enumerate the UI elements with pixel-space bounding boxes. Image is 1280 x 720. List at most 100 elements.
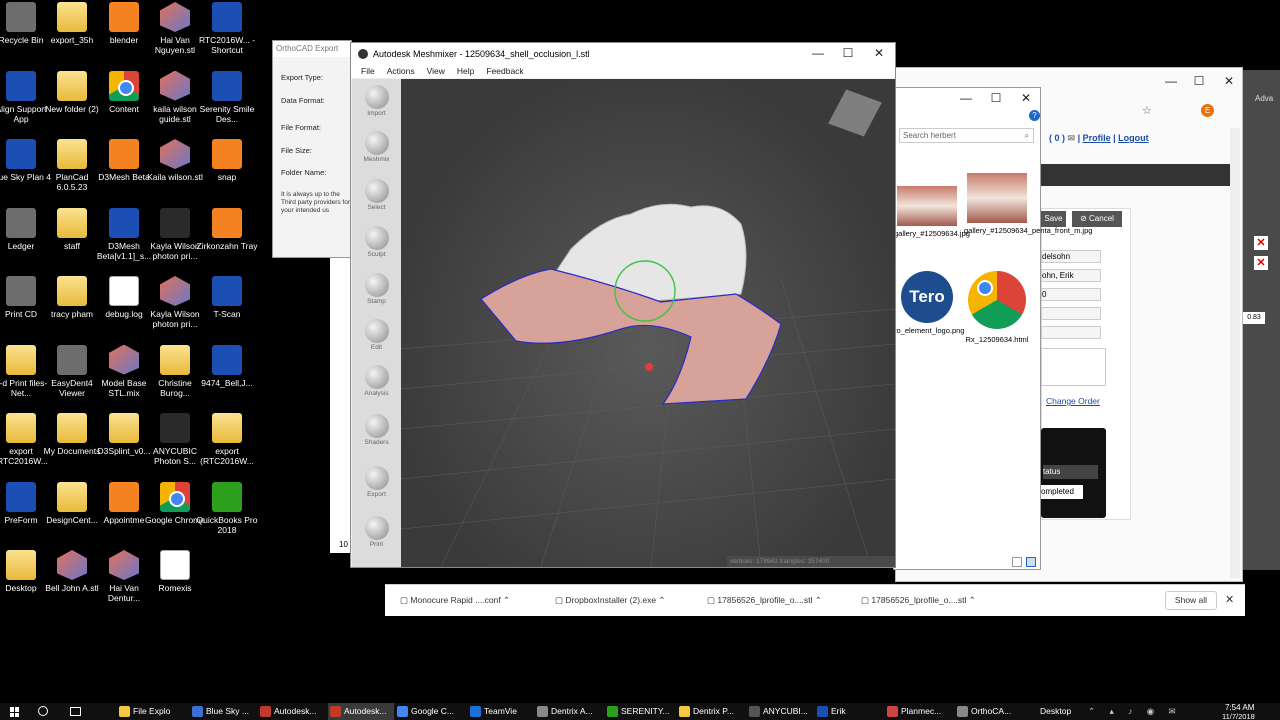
- file-item[interactable]: Tero ro_element_logo.png: [894, 271, 964, 335]
- zoom-value[interactable]: 0.83: [1243, 312, 1265, 324]
- folder-icon: [57, 413, 87, 443]
- taskbar-item[interactable]: Blue Sky ...: [190, 703, 256, 720]
- taskbar-item[interactable]: Google C...: [395, 703, 461, 720]
- orange-icon: [212, 207, 242, 238]
- meshmixer-minimize-button[interactable]: —: [803, 43, 833, 65]
- browser-minimize-button[interactable]: —: [1156, 71, 1186, 93]
- desktop-icon[interactable]: Romexis: [144, 548, 206, 593]
- profile-avatar[interactable]: E: [1201, 104, 1214, 117]
- desktop-icon[interactable]: T-Scan: [196, 274, 258, 319]
- task-view-icon[interactable]: [70, 707, 81, 716]
- download-item[interactable]: ▢ Monocure Rapid ....conf ⌃: [400, 595, 510, 606]
- desktop-icon[interactable]: Zirkonzahn Tray: [196, 206, 258, 251]
- explorer-maximize-button[interactable]: ☐: [981, 88, 1011, 110]
- taskbar-item[interactable]: Autodesk...: [328, 703, 394, 720]
- taskbar-item[interactable]: Erik: [815, 703, 881, 720]
- tool-export[interactable]: Export: [352, 466, 401, 510]
- save-button[interactable]: Save: [1041, 211, 1066, 227]
- form-field[interactable]: ohn, Erik: [1041, 269, 1101, 282]
- tool-sculpt[interactable]: Sculpt: [352, 226, 401, 267]
- taskbar-item[interactable]: File Explo: [117, 703, 183, 720]
- explorer-window[interactable]: — ☐ ✕ ? Search herbert ⌕ gallery_#125096…: [893, 87, 1092, 570]
- download-item[interactable]: ▢ 17856526_lprofile_o....stl ⌃: [707, 595, 822, 606]
- tool-print[interactable]: Print: [352, 516, 401, 557]
- explorer-close-button[interactable]: ✕: [1011, 88, 1041, 110]
- desktop-icon[interactable]: QuickBooks Pro 2018: [196, 480, 258, 535]
- taskbar-item[interactable]: ANYCUBI...: [747, 703, 813, 720]
- desktop-icon[interactable]: export (RTC2016W...: [196, 411, 258, 466]
- orange-icon: [109, 481, 139, 512]
- notes-textarea[interactable]: [1041, 348, 1106, 386]
- taskbar-item[interactable]: Planmec...: [885, 703, 951, 720]
- chevron-up-icon[interactable]: ⌃: [656, 595, 665, 605]
- tool-import[interactable]: Import: [352, 85, 401, 125]
- form-field[interactable]: delsohn: [1041, 250, 1101, 263]
- chevron-up-icon[interactable]: ⌃: [812, 595, 822, 605]
- tray-icons[interactable]: ⌃ ▴ ♪ ◉ ✉: [1088, 703, 1182, 720]
- tool-edit[interactable]: Edit: [352, 319, 401, 359]
- downloads-close-icon[interactable]: ✕: [1225, 593, 1234, 606]
- chevron-up-icon[interactable]: ⌃: [501, 595, 510, 605]
- cancel-button[interactable]: ⊘ Cancel: [1072, 211, 1122, 227]
- search-icon[interactable]: ⌕: [1025, 129, 1029, 142]
- meshmixer-close-button[interactable]: ✕: [864, 43, 894, 65]
- help-icon[interactable]: ?: [1029, 110, 1040, 121]
- browser-scrollbar[interactable]: [1230, 128, 1240, 578]
- tool-analysis[interactable]: Analysis: [352, 365, 401, 408]
- orthocad-export-window[interactable]: OrthoCAD Export Export Type: Data Format:…: [272, 40, 352, 258]
- meshmixer-titlebar[interactable]: Autodesk Meshmixer - 12509634_shell_occl…: [351, 43, 895, 65]
- explorer-minimize-button[interactable]: —: [951, 88, 981, 110]
- menu-item-feedback[interactable]: Feedback: [486, 66, 523, 76]
- meshmixer-viewport[interactable]: vertices: 178943 triangles: 357400: [401, 79, 895, 567]
- file-item[interactable]: gallery_#12509634_penta_front_m.jpg: [964, 173, 1092, 235]
- message-count[interactable]: ( 0 ): [1049, 133, 1065, 143]
- tool-select[interactable]: Select: [352, 179, 401, 220]
- taskbar-item[interactable]: OrthoCA...: [955, 703, 1021, 720]
- file-item[interactable]: Rx_12509634.html: [964, 271, 1030, 344]
- menu-item-file[interactable]: File: [361, 66, 375, 76]
- form-field[interactable]: [1041, 326, 1101, 339]
- start-button[interactable]: [10, 707, 20, 717]
- menu-item-actions[interactable]: Actions: [387, 66, 415, 76]
- profile-link[interactable]: Profile: [1083, 133, 1111, 143]
- desktop-icon[interactable]: Serenity Smile Des...: [196, 69, 258, 124]
- thumbnails-view-icon[interactable]: [1026, 557, 1036, 567]
- show-desktop-label[interactable]: Desktop: [1040, 703, 1071, 720]
- download-item[interactable]: ▢ DropboxInstaller (2).exe ⌃: [555, 595, 666, 606]
- clock-date[interactable]: 11/7/2018: [1222, 708, 1255, 720]
- download-item[interactable]: ▢ 17856526_lprofile_o....stl ⌃: [861, 595, 976, 606]
- show-all-button[interactable]: Show all: [1165, 591, 1217, 610]
- search-icon[interactable]: [38, 706, 48, 716]
- tool-meshmix[interactable]: Meshmix: [352, 131, 401, 173]
- desktop-icon-label: snap: [217, 172, 237, 182]
- desktop-icon[interactable]: snap: [196, 137, 258, 182]
- taskbar-item[interactable]: SERENITY...: [605, 703, 671, 720]
- change-order-link[interactable]: Change Order: [1046, 396, 1100, 406]
- chevron-up-icon[interactable]: ⌃: [966, 595, 976, 605]
- meshmixer-window[interactable]: Autodesk Meshmixer - 12509634_shell_occl…: [350, 42, 896, 568]
- menu-item-help[interactable]: Help: [457, 66, 474, 76]
- mail-icon[interactable]: ✉: [1068, 133, 1076, 143]
- details-view-icon[interactable]: [1012, 557, 1022, 567]
- desktop-icon[interactable]: 9474_Bell,J...: [196, 343, 258, 388]
- desktop-icon[interactable]: RTC2016W... - Shortcut: [196, 0, 258, 55]
- browser-maximize-button[interactable]: ☐: [1184, 71, 1214, 93]
- tool-shaders[interactable]: Shaders: [352, 414, 401, 460]
- close-icon-red-2[interactable]: ✕: [1254, 256, 1268, 270]
- menu-item-view[interactable]: View: [427, 66, 445, 76]
- file-item[interactable]: gallery_#12509634.jpg: [894, 186, 970, 238]
- form-field[interactable]: [1041, 307, 1101, 320]
- taskbar-item[interactable]: Autodesk...: [258, 703, 324, 720]
- taskbar-item[interactable]: TeamVie: [468, 703, 534, 720]
- tool-stamp[interactable]: Stamp: [352, 273, 401, 313]
- logout-link[interactable]: Logout: [1118, 133, 1149, 143]
- bookmark-star-icon[interactable]: ☆: [1142, 104, 1152, 117]
- explorer-search-input[interactable]: Search herbert ⌕: [899, 128, 1034, 143]
- close-icon-red-1[interactable]: ✕: [1254, 236, 1268, 250]
- browser-close-button[interactable]: ✕: [1214, 71, 1244, 93]
- tool-label: Sculpt: [367, 251, 386, 258]
- form-field[interactable]: 0: [1041, 288, 1101, 301]
- meshmixer-maximize-button[interactable]: ☐: [833, 43, 863, 65]
- taskbar-item[interactable]: Dentrix P...: [677, 703, 743, 720]
- taskbar-item[interactable]: Dentrix A...: [535, 703, 601, 720]
